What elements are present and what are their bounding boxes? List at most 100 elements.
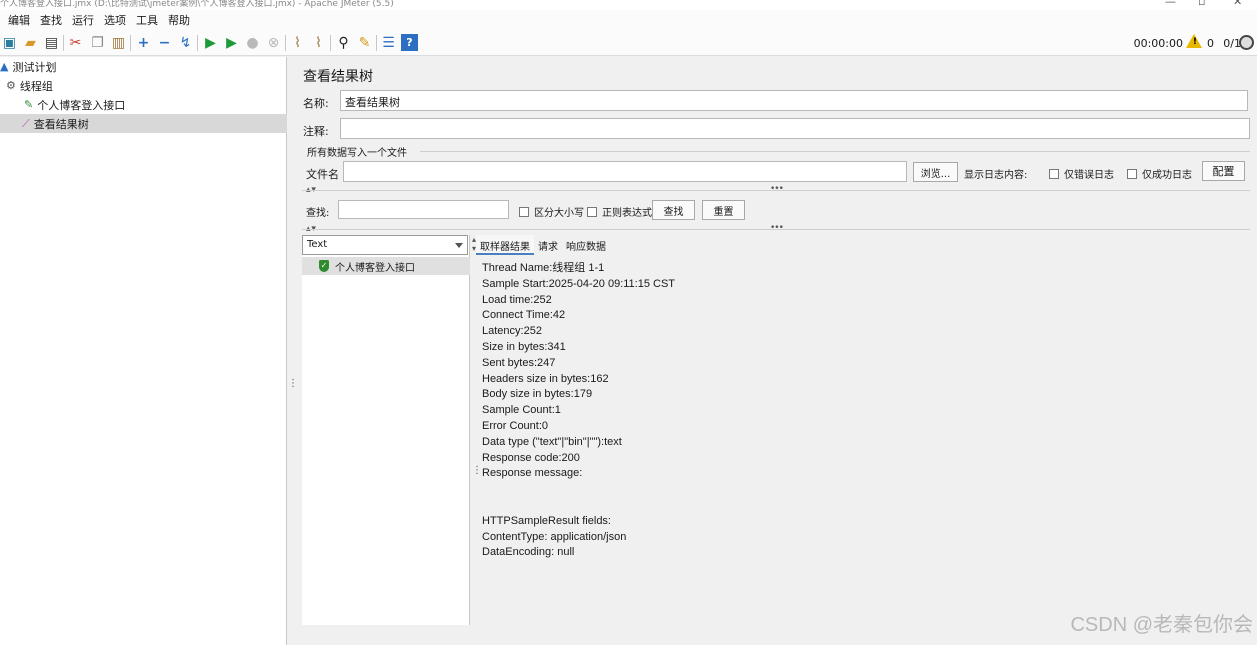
- toolbar-separator: [285, 35, 286, 51]
- elapsed-timer: 00:00:00: [1133, 37, 1183, 50]
- menu-help[interactable]: 帮助: [168, 12, 190, 28]
- open-icon[interactable]: ▰: [22, 34, 39, 51]
- tab-sampler-result[interactable]: 取样器结果: [476, 235, 534, 255]
- reset-search-icon[interactable]: ✎: [356, 34, 373, 51]
- menu-bar: 编辑 查找 运行 选项 工具 帮助: [0, 10, 1257, 30]
- thread-group-icon: ⚙: [6, 79, 16, 92]
- http-sampler-icon: ✎: [24, 98, 34, 111]
- start-icon[interactable]: ▶: [202, 34, 219, 51]
- toggle-icon[interactable]: ↯: [177, 34, 194, 51]
- function-helper-icon[interactable]: ☰: [380, 34, 397, 51]
- result-line: Body size in bytes:179: [482, 388, 593, 401]
- list-item[interactable]: ✓ 个人博客登入接口: [302, 257, 470, 275]
- menu-options[interactable]: 选项: [104, 12, 126, 28]
- maximize-icon[interactable]: ▫: [1198, 0, 1205, 8]
- result-line: Response message:: [482, 467, 583, 480]
- tree-item-label: 个人博客登入接口: [37, 98, 126, 112]
- paste-icon[interactable]: ▥: [110, 34, 127, 51]
- menu-edit[interactable]: 编辑: [8, 12, 30, 28]
- warning-count: 0: [1207, 37, 1214, 50]
- sampler-result-text[interactable]: Thread Name:线程组 1-1 Sample Start:2025-04…: [482, 261, 1242, 561]
- expand-icon[interactable]: +: [135, 34, 152, 51]
- search-icon[interactable]: ⚲: [335, 34, 352, 51]
- success-only-checkbox[interactable]: 仅成功日志: [1127, 166, 1192, 181]
- close-icon[interactable]: ✕: [1233, 0, 1242, 8]
- clear-all-icon[interactable]: ⌇: [310, 34, 327, 51]
- result-line: Latency:252: [482, 325, 542, 338]
- reset-button[interactable]: 重置: [702, 200, 745, 220]
- stop-icon[interactable]: ●: [244, 34, 261, 51]
- sample-label: 个人博客登入接口: [335, 262, 415, 274]
- watermark: CSDN @老秦包你会: [1070, 614, 1253, 636]
- tab-response-data[interactable]: 响应数据: [562, 235, 610, 255]
- vertical-splitter-handle[interactable]: ⋮: [472, 465, 482, 476]
- toolbar: ▣ ▰ ▤ ✂ ❐ ▥ + − ↯ ▶ ▶ ● ⊗ ⌇ ⌇ ⚲ ✎ ☰ ? 00…: [0, 30, 1257, 56]
- tree-item-results-tree[interactable]: ⟋ 查看结果树: [0, 114, 287, 133]
- toolbar-separator: [330, 35, 331, 51]
- minimize-icon[interactable]: —: [1165, 0, 1176, 8]
- tab-request[interactable]: 请求: [534, 235, 562, 255]
- name-field[interactable]: 查看结果树: [340, 90, 1248, 111]
- tree-item-label: 测试计划: [12, 60, 57, 74]
- sample-result-list: Text ✓ 个人博客登入接口: [302, 235, 470, 625]
- search-field[interactable]: [338, 200, 509, 219]
- filename-field[interactable]: [343, 161, 907, 182]
- copy-icon[interactable]: ❐: [89, 34, 106, 51]
- find-button[interactable]: 查找: [652, 200, 695, 220]
- shutdown-icon[interactable]: ⊗: [265, 34, 282, 51]
- result-line: Sample Count:1: [482, 404, 561, 417]
- remote-status-icon[interactable]: [1239, 35, 1254, 50]
- result-line: Sent bytes:247: [482, 356, 556, 369]
- results-tree-panel: 查看结果树 名称: 查看结果树 注释: 所有数据写入一个文件 文件名 浏览...…: [292, 57, 1257, 645]
- write-all-label: 所有数据写入一个文件: [307, 148, 407, 159]
- templates-icon[interactable]: ▣: [1, 34, 18, 51]
- vertical-divider-grip-icon[interactable]: ▴ ▾: [472, 235, 476, 253]
- renderer-select[interactable]: Text: [302, 235, 468, 255]
- browse-button[interactable]: 浏览...: [913, 162, 958, 182]
- tree-item-label: 线程组: [19, 79, 53, 93]
- case-sensitive-checkbox[interactable]: 区分大小写: [519, 204, 584, 219]
- tree-item-http-sampler[interactable]: ✎ 个人博客登入接口: [0, 95, 287, 114]
- collapse-icon[interactable]: −: [156, 34, 173, 51]
- section-divider: [302, 190, 1250, 191]
- result-line: Response code:200: [482, 451, 580, 464]
- result-line: ContentType: application/json: [482, 530, 627, 543]
- section-divider: [302, 229, 1250, 230]
- renderer-value: Text: [307, 239, 328, 250]
- result-line: Size in bytes:341: [482, 340, 566, 353]
- toolbar-separator: [63, 35, 64, 51]
- result-line: Headers size in bytes:162: [482, 372, 609, 385]
- toolbar-separator: [130, 35, 131, 51]
- start-no-pause-icon[interactable]: ▶: [223, 34, 240, 51]
- save-icon[interactable]: ▤: [43, 34, 60, 51]
- divider-grip-icon[interactable]: •••: [770, 223, 784, 233]
- result-line: Connect Time:42: [482, 309, 566, 322]
- result-tabs: 取样器结果 请求 响应数据: [476, 235, 610, 255]
- toolbar-separator: [197, 35, 198, 51]
- clear-icon[interactable]: ⌇: [289, 34, 306, 51]
- log-content-label: 显示日志内容:: [964, 170, 1028, 181]
- menu-run[interactable]: 运行: [72, 12, 94, 28]
- menu-tools[interactable]: 工具: [136, 12, 158, 28]
- result-line: Data type ("text"|"bin"|""):text: [482, 435, 622, 448]
- comment-field[interactable]: [340, 118, 1250, 139]
- menu-search[interactable]: 查找: [40, 12, 62, 28]
- errors-only-checkbox[interactable]: 仅错误日志: [1049, 166, 1114, 181]
- success-only-label: 仅成功日志: [1142, 170, 1192, 181]
- tree-item-test-plan[interactable]: ▲ 测试计划: [0, 57, 287, 76]
- result-line: HTTPSampleResult fields:: [482, 514, 611, 527]
- configure-button[interactable]: 配置: [1202, 161, 1245, 181]
- success-shield-icon: ✓: [319, 260, 329, 272]
- cut-icon[interactable]: ✂: [67, 34, 84, 51]
- help-icon[interactable]: ?: [401, 34, 418, 51]
- result-line: Error Count:0: [482, 419, 549, 432]
- divider-grip-icon[interactable]: •••: [770, 184, 784, 194]
- regex-checkbox[interactable]: 正则表达式: [587, 204, 652, 219]
- case-sensitive-label: 区分大小写: [534, 208, 584, 219]
- group-border: [420, 151, 1250, 152]
- tree-item-thread-group[interactable]: ⚙ 线程组: [0, 76, 287, 95]
- result-line: Sample Start:2025-04-20 09:11:15 CST: [482, 277, 676, 290]
- name-label: 名称:: [303, 97, 329, 110]
